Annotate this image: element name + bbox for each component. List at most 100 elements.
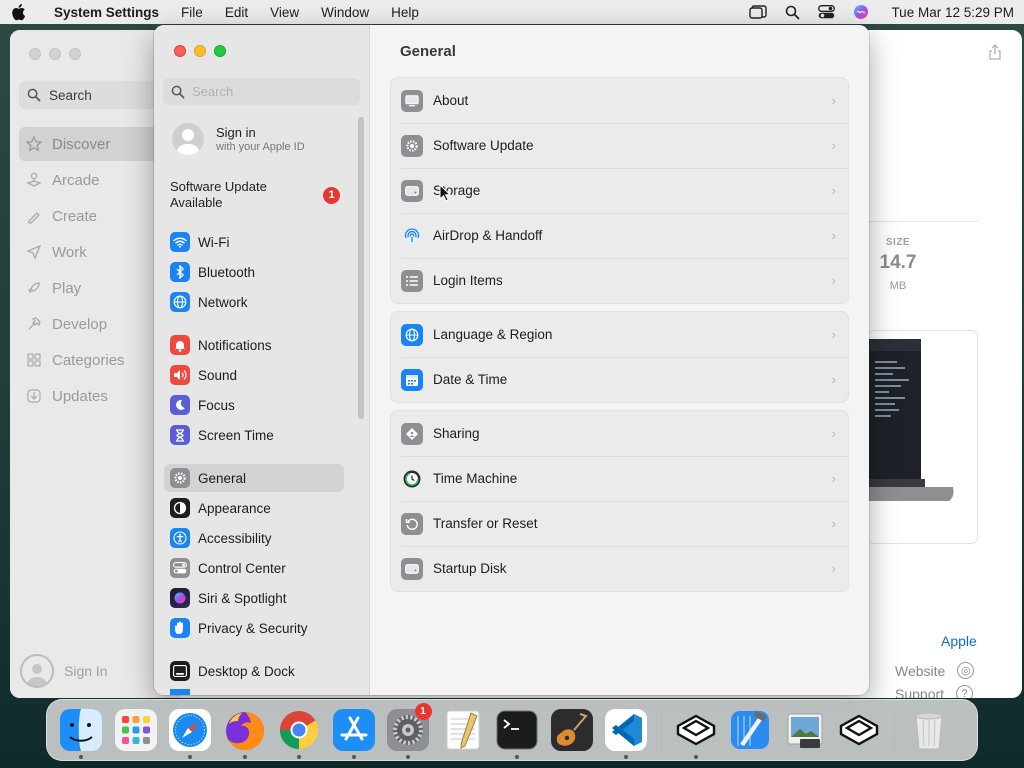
app-store-nav-arcade[interactable]: Arcade	[19, 163, 169, 197]
row-time-machine[interactable]: Time Machine ›	[391, 456, 848, 501]
app-store-nav-create[interactable]: Create	[19, 199, 169, 233]
row-label: Sharing	[433, 426, 480, 441]
website-link[interactable]: Website ◎	[895, 662, 975, 679]
dock-terminal[interactable]	[490, 702, 545, 759]
software-update-available[interactable]: Software Update Available 1	[170, 179, 340, 211]
sidebar-item-siri-spotlight[interactable]: Siri & Spotlight	[164, 584, 344, 612]
apple-menu-icon[interactable]	[10, 3, 38, 21]
app-screenshot[interactable]	[868, 330, 978, 544]
chevron-right-icon: ›	[831, 561, 836, 576]
menu-help[interactable]: Help	[391, 5, 419, 20]
menu-file[interactable]: File	[181, 5, 203, 20]
control-center-icon[interactable]	[818, 5, 836, 19]
sidebar-item-accessibility[interactable]: Accessibility	[164, 524, 344, 552]
drive-icon	[401, 179, 423, 202]
menu-clock[interactable]: Tue Mar 12 5:29 PM	[891, 5, 1014, 20]
app-store-search[interactable]: Search	[19, 81, 169, 109]
hex-logo-icon	[837, 708, 881, 752]
sidebar-item-general[interactable]: General	[164, 464, 344, 492]
row-software-update[interactable]: Software Update ›	[391, 123, 848, 168]
row-date-time[interactable]: Date & Time ›	[391, 357, 848, 402]
firefox-icon	[223, 708, 267, 752]
app-store-nav-work[interactable]: Work	[19, 235, 169, 269]
app-store-nav-play[interactable]: Play	[19, 271, 169, 305]
calendar-icon	[401, 368, 423, 391]
zoom-button[interactable]	[214, 45, 226, 57]
apple-id-sign-in[interactable]: Sign in with your Apple ID	[172, 123, 305, 155]
dock-launchpad[interactable]	[109, 702, 164, 758]
menu-view[interactable]: View	[270, 5, 299, 20]
developer-link[interactable]: Apple	[941, 633, 977, 649]
minimize-button[interactable]	[49, 48, 61, 60]
dock-sketchup-1[interactable]	[669, 702, 724, 759]
app-store-sign-in[interactable]: Sign In	[20, 654, 108, 688]
app-store-nav-updates[interactable]: Updates	[19, 379, 169, 413]
support-link[interactable]: Support ?	[895, 685, 974, 698]
dock-garageband[interactable]	[545, 702, 600, 758]
question-icon: ?	[956, 685, 974, 698]
update-label: Software Update Available	[170, 179, 267, 210]
dock-trash[interactable]	[902, 702, 957, 758]
sidebar-item-appearance[interactable]: Appearance	[164, 494, 344, 522]
sidebar-scrollbar[interactable]	[358, 117, 364, 419]
sidebar-item-control-center[interactable]: Control Center	[164, 554, 344, 582]
chevron-right-icon: ›	[831, 516, 836, 531]
chevron-right-icon: ›	[831, 273, 836, 288]
sidebar-item-sound[interactable]: Sound	[164, 361, 344, 389]
share-icon[interactable]	[988, 44, 1002, 60]
menu-edit[interactable]: Edit	[225, 5, 248, 20]
app-store-search-label: Search	[49, 87, 92, 103]
dock-sketchup-2[interactable]	[832, 702, 887, 758]
row-storage[interactable]: Storage ›	[391, 168, 848, 213]
close-button[interactable]	[174, 45, 186, 57]
sidebar-item-focus[interactable]: Focus	[164, 391, 344, 419]
row-airdrop-handoff[interactable]: AirDrop & Handoff ›	[391, 213, 848, 258]
running-indicator	[406, 755, 411, 759]
dock-app-store[interactable]	[327, 702, 382, 759]
close-button[interactable]	[29, 48, 41, 60]
dock-vscode[interactable]	[599, 702, 654, 759]
row-language-region[interactable]: Language & Region ›	[391, 312, 848, 357]
menu-bar: System Settings File Edit View Window He…	[0, 0, 1024, 24]
dock-xcode[interactable]	[723, 702, 778, 758]
app-store-nav-develop[interactable]: Develop	[19, 307, 169, 341]
row-label: Transfer or Reset	[433, 516, 538, 531]
launchpad-icon	[114, 708, 158, 752]
sidebar-item-bluetooth[interactable]: Bluetooth	[164, 258, 344, 286]
sidebar-item-screen-time[interactable]: Screen Time	[164, 421, 344, 449]
dock-chrome[interactable]	[272, 702, 327, 759]
minimize-button[interactable]	[194, 45, 206, 57]
dock-safari[interactable]	[163, 702, 218, 759]
dock-preview[interactable]	[778, 702, 833, 758]
zoom-button[interactable]	[69, 48, 81, 60]
dock-icon	[170, 661, 190, 681]
sidebar-item-notifications[interactable]: Notifications	[164, 331, 344, 359]
spotlight-icon[interactable]	[785, 5, 800, 20]
search-input[interactable]	[192, 84, 352, 99]
row-about[interactable]: About ›	[391, 78, 848, 123]
row-transfer-reset[interactable]: Transfer or Reset ›	[391, 501, 848, 546]
row-startup-disk[interactable]: Startup Disk ›	[391, 546, 848, 591]
sidebar-item-desktop-dock[interactable]: Desktop & Dock	[164, 657, 344, 685]
app-store-nav-categories[interactable]: Categories	[19, 343, 169, 377]
sidebar-item-network[interactable]: Network	[164, 288, 344, 316]
row-login-items[interactable]: Login Items ›	[391, 258, 848, 303]
app-store-nav-discover[interactable]: Discover	[19, 127, 169, 161]
dock-textedit[interactable]	[436, 702, 491, 758]
dock-finder[interactable]	[54, 702, 109, 759]
stage-manager-icon[interactable]	[749, 5, 768, 19]
sidebar-item-privacy-security[interactable]: Privacy & Security	[164, 614, 344, 642]
menu-window[interactable]: Window	[321, 5, 369, 20]
gear-icon	[170, 468, 190, 488]
sidebar-item-wifi[interactable]: Wi-Fi	[164, 228, 344, 256]
menu-app-name[interactable]: System Settings	[54, 5, 159, 20]
wifi-icon	[170, 232, 190, 252]
settings-search[interactable]	[163, 78, 360, 105]
sidebar-item-partial	[164, 689, 344, 695]
running-indicator	[515, 755, 520, 759]
dock-firefox[interactable]	[218, 702, 273, 759]
row-sharing[interactable]: Sharing ›	[391, 411, 848, 456]
reset-icon	[401, 512, 423, 535]
siri-icon[interactable]	[853, 4, 869, 20]
dock-system-settings[interactable]: 1	[381, 702, 436, 759]
